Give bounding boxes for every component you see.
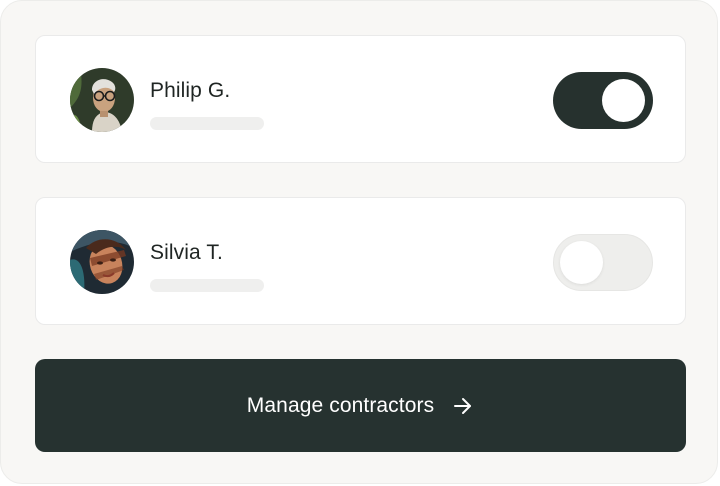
- contractor-card-philip: Philip G.: [35, 35, 686, 163]
- manage-contractors-button[interactable]: Manage contractors: [35, 359, 686, 452]
- manage-contractors-label: Manage contractors: [246, 393, 435, 417]
- toggle-knob: [602, 79, 645, 122]
- contractor-name: Silvia T.: [150, 241, 223, 264]
- contractor-toggle-silvia[interactable]: [553, 234, 653, 291]
- contractor-toggle-philip[interactable]: [553, 72, 653, 129]
- contractors-panel: Philip G. Silvia T. Manage contractors: [0, 0, 718, 484]
- contractor-detail-placeholder: [150, 117, 264, 130]
- avatar-philip: [70, 68, 134, 132]
- arrow-right-icon: [452, 395, 474, 417]
- contractor-detail-placeholder: [150, 279, 264, 292]
- toggle-knob: [560, 241, 603, 284]
- contractor-card-silvia: Silvia T.: [35, 197, 686, 325]
- avatar-silvia: [70, 230, 134, 294]
- contractor-name: Philip G.: [150, 79, 231, 102]
